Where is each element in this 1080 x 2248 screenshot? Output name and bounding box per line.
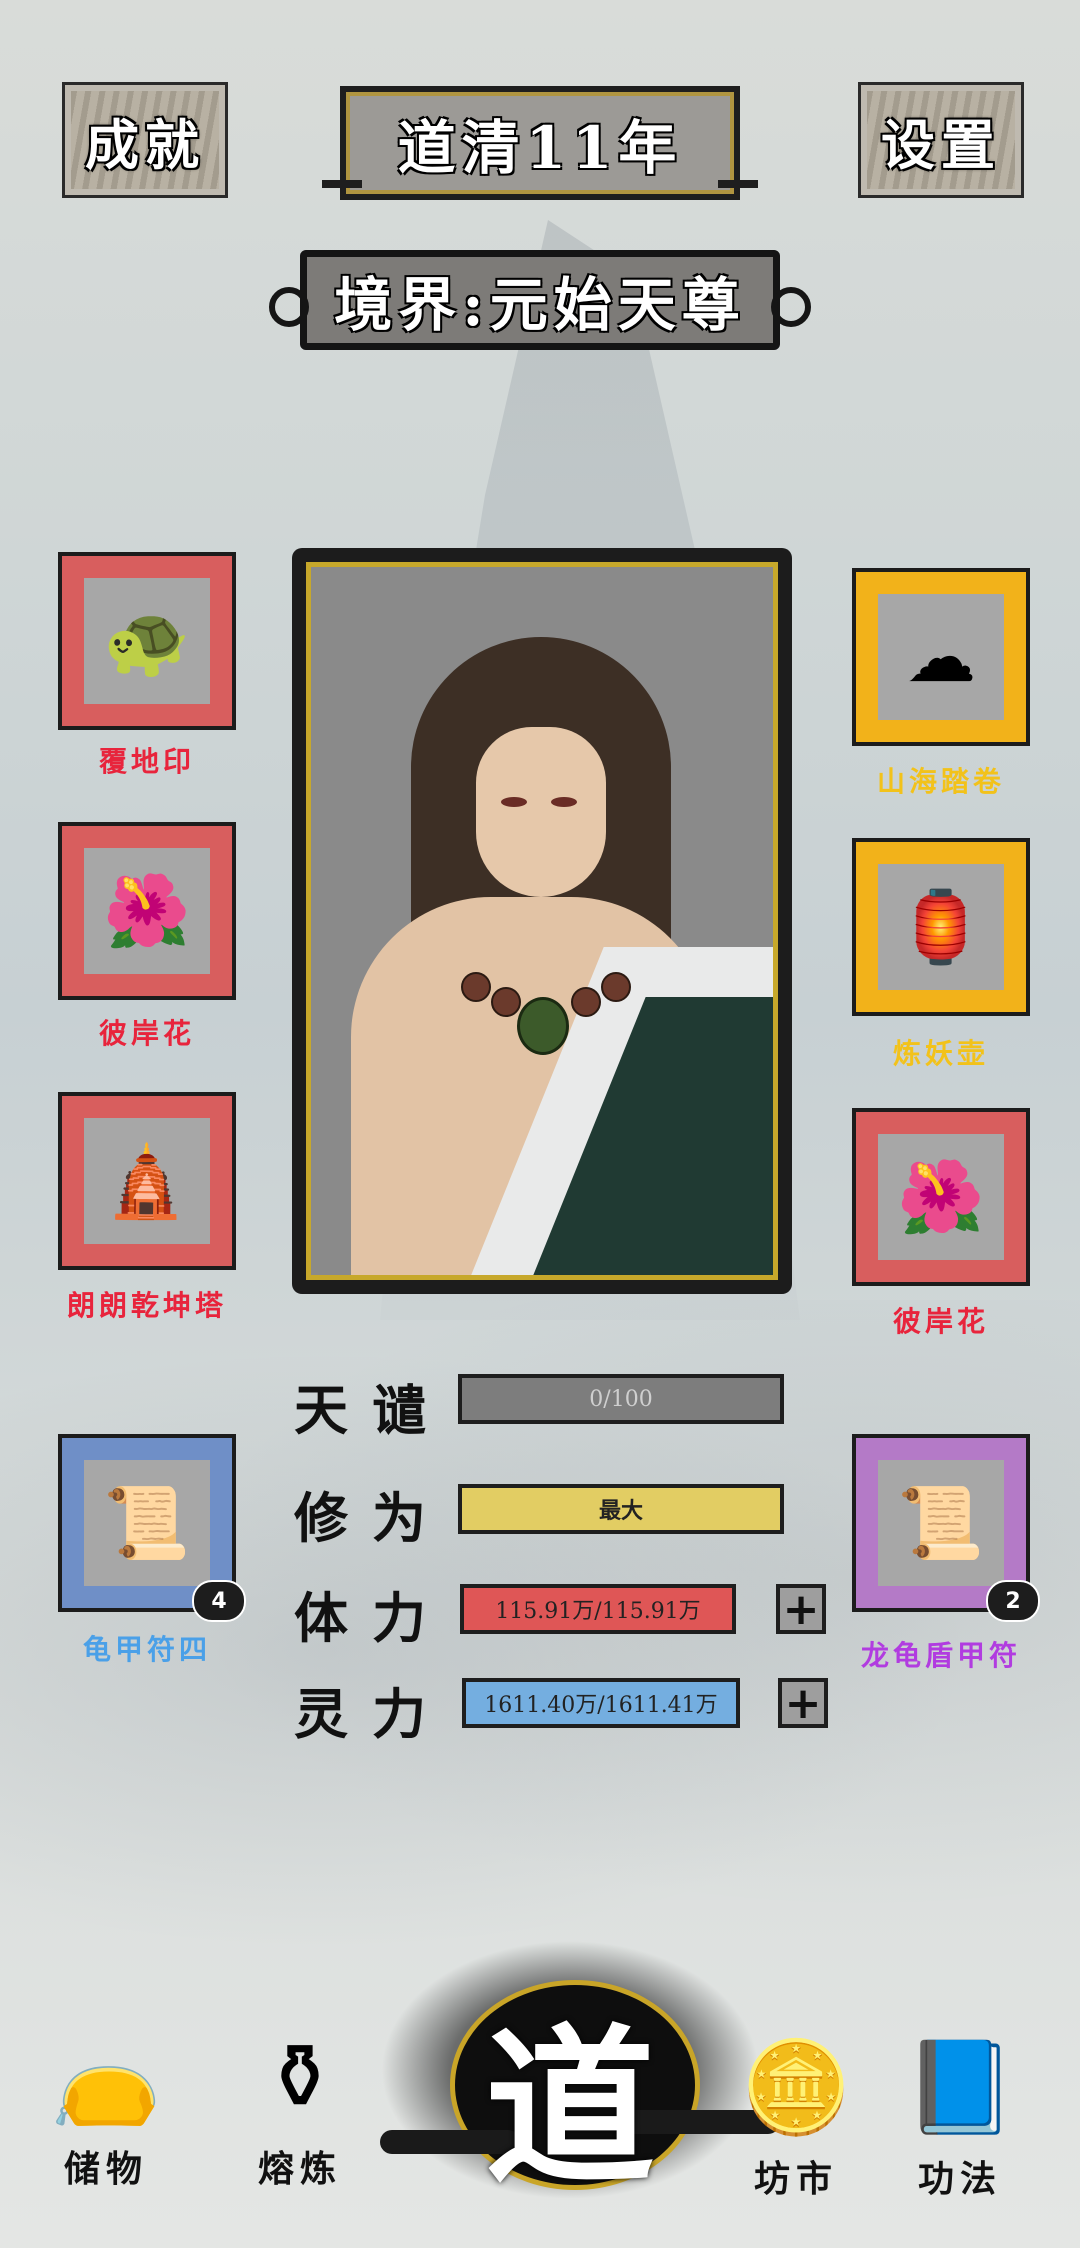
scroll-cloud-icon: ☁ xyxy=(878,594,1004,720)
settings-label: 设置 xyxy=(881,112,1001,177)
cauldron-icon: ⚱ xyxy=(262,2025,338,2130)
slot-label-left-2: 彼岸花 xyxy=(98,1017,195,1050)
item-count-badge: 2 xyxy=(986,1580,1040,1622)
nav-dao[interactable]: 道 xyxy=(380,1940,780,2208)
necklace-bead xyxy=(601,972,631,1002)
equipment-slot-left-4[interactable]: 📜 4 xyxy=(58,1434,246,1622)
cultivation-value: 最大 xyxy=(598,1498,643,1524)
tribulation-label: 天谴 xyxy=(294,1378,450,1442)
nav-market[interactable]: 🪙 坊市 xyxy=(726,2030,866,2202)
nav-market-label: 坊市 xyxy=(753,2158,838,2200)
pot-icon: 🏮 xyxy=(878,864,1004,990)
pouch-icon: 👝 xyxy=(49,2025,163,2130)
slot-label-right-4: 龙龟盾甲符 xyxy=(860,1639,1021,1672)
necklace-bead xyxy=(571,987,601,1017)
cultivation-label: 修为 xyxy=(294,1486,450,1550)
character-portrait-frame[interactable] xyxy=(292,548,792,1294)
nav-smelt[interactable]: ⚱ 熔炼 xyxy=(230,2020,370,2192)
settings-button[interactable]: 设置 xyxy=(858,82,1024,198)
banner-rod-right xyxy=(718,180,758,188)
portrait-eye-right xyxy=(551,797,577,807)
necklace-bead xyxy=(461,972,491,1002)
slot-label-right-2: 炼妖壶 xyxy=(892,1037,989,1070)
stamina-value: 115.91万/115.91万 xyxy=(495,1599,701,1624)
equipment-slot-left-1[interactable]: 🐢 xyxy=(58,552,236,730)
spider-lily-icon: 🌺 xyxy=(878,1134,1004,1260)
tribulation-value: 0/100 xyxy=(589,1386,653,1412)
nav-skills-label: 功法 xyxy=(917,2158,1002,2200)
year-label: 道清11年 xyxy=(397,114,683,182)
tribulation-bar: 0/100 xyxy=(458,1374,784,1424)
necklace-bead xyxy=(491,987,521,1017)
nav-storage-label: 储物 xyxy=(63,2148,148,2190)
equipment-slot-left-3[interactable]: 🛕 xyxy=(58,1092,236,1270)
talisman-icon: 📜 xyxy=(878,1460,1004,1586)
item-count-badge: 4 xyxy=(192,1580,246,1622)
stamina-plus-button[interactable]: + xyxy=(776,1584,826,1635)
nav-storage[interactable]: 👝 储物 xyxy=(36,2020,176,2192)
nav-smelt-label: 熔炼 xyxy=(257,2148,342,2190)
equipment-slot-right-4[interactable]: 📜 2 xyxy=(852,1434,1040,1622)
character-portrait xyxy=(306,562,778,1280)
pagoda-icon: 🛕 xyxy=(84,1118,210,1244)
spirit-plus-button[interactable]: + xyxy=(778,1678,828,1729)
cultivation-bar: 最大 xyxy=(458,1484,784,1534)
achievements-label: 成就 xyxy=(85,112,205,177)
spider-lily-icon: 🌺 xyxy=(84,848,210,974)
spirit-label: 灵力 xyxy=(294,1682,450,1746)
book-icon: 📘 xyxy=(903,2035,1017,2140)
equipment-slot-right-2[interactable]: 🏮 xyxy=(852,838,1030,1016)
equipment-slot-left-2[interactable]: 🌺 xyxy=(58,822,236,1000)
equipment-slot-right-1[interactable]: ☁ xyxy=(852,568,1030,746)
realm-label: 境界:元始天尊 xyxy=(334,271,746,339)
spirit-value: 1611.40万/1611.41万 xyxy=(484,1693,718,1718)
nav-skills[interactable]: 📘 功法 xyxy=(890,2030,1030,2202)
stamina-bar: 115.91万/115.91万 xyxy=(460,1584,736,1634)
slot-label-right-1: 山海踏卷 xyxy=(876,765,1005,798)
portrait-eye-left xyxy=(501,797,527,807)
achievements-button[interactable]: 成就 xyxy=(62,82,228,198)
nav-dao-label: 道 xyxy=(484,2008,655,2208)
slot-label-left-4: 龟甲符四 xyxy=(82,1633,211,1666)
portrait-face xyxy=(476,727,606,897)
equipment-slot-right-3[interactable]: 🌺 xyxy=(852,1108,1030,1286)
talisman-icon: 📜 xyxy=(84,1460,210,1586)
stamina-label: 体力 xyxy=(294,1586,450,1650)
coins-icon: 🪙 xyxy=(739,2035,853,2140)
slot-label-left-3: 朗朗乾坤塔 xyxy=(66,1289,227,1322)
slot-label-right-3: 彼岸花 xyxy=(892,1305,989,1338)
spirit-bar: 1611.40万/1611.41万 xyxy=(462,1678,740,1728)
turtle-seal-icon: 🐢 xyxy=(84,578,210,704)
banner-rod-left xyxy=(322,180,362,188)
slot-label-left-1: 覆地印 xyxy=(98,745,195,778)
necklace-jade xyxy=(517,997,569,1055)
realm-banner: 境界:元始天尊 xyxy=(269,250,811,350)
year-banner: 道清11年 xyxy=(322,86,758,200)
